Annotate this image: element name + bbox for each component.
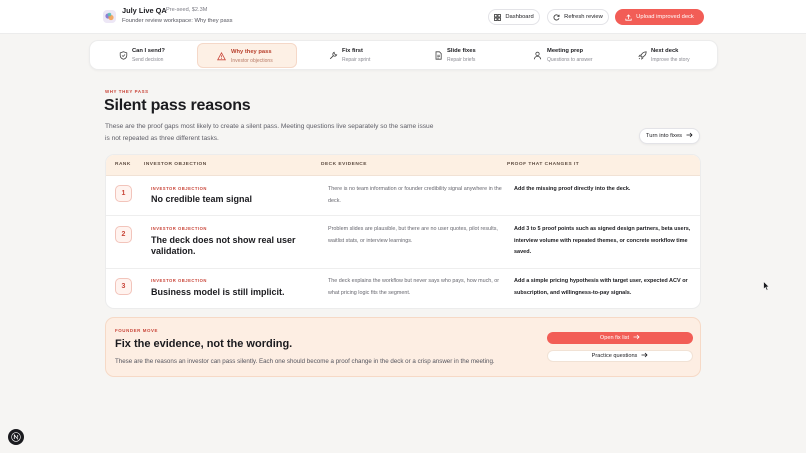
objections-table: RANK INVESTOR OBJECTION DECK EVIDENCE PR… [105,154,701,309]
founder-move-card: FOUNDER MOVE Fix the evidence, not the w… [105,317,701,377]
rank-badge: 3 [115,278,132,295]
deck-evidence: The deck explains the workflow but never… [328,278,500,296]
shield-check-icon [119,51,128,60]
objection-kicker: INVESTOR OBJECTION [151,278,207,283]
objection-title: The deck does not show real user validat… [151,235,296,256]
objection-title: No credible team signal [151,194,253,204]
proof-that-changes-it: Add the missing proof directly into the … [514,186,631,192]
column-header-objection: INVESTOR OBJECTION [144,162,207,167]
tab-meeting-prep[interactable]: Meeting prep Questions to answer [527,43,619,68]
top-bar: July Live QA Pre-seed, $2.3M Founder rev… [0,0,806,34]
refresh-review-button[interactable]: Refresh review [547,9,609,25]
founder-move-eyebrow: FOUNDER MOVE [115,328,159,333]
table-row: 2 INVESTOR OBJECTION The deck does not s… [106,216,700,269]
objection-title: Business model is still implicit. [151,287,285,297]
tab-sublabel: Repair sprint [342,57,371,63]
dashboard-button[interactable]: Dashboard [488,9,540,25]
grid-icon [494,13,502,21]
turn-into-fixes-label: Turn into fixes [645,133,683,139]
founder-move-description: These are the reasons an investor can pa… [115,358,495,365]
arrow-right-icon [641,352,648,360]
refresh-label: Refresh review [564,14,603,20]
objection-kicker: INVESTOR OBJECTION [151,226,207,231]
rank-badge: 2 [115,226,132,243]
tab-can-i-send[interactable]: Can I send? Send decision [112,43,202,68]
tab-label: Next deck [651,48,679,54]
section-intro: These are the proof gaps most likely to … [105,123,434,142]
tab-sublabel: Send decision [132,57,164,63]
page-title: Silent pass reasons [104,97,251,114]
tab-slide-fixes[interactable]: Slide fixes Repair briefs [427,43,517,68]
rank-badge: 1 [115,185,132,202]
upload-icon [625,13,632,21]
arrow-right-icon [686,132,693,140]
next-js-badge-icon[interactable] [8,429,24,445]
tab-why-they-pass[interactable]: Why they pass Investor objections [197,43,297,68]
table-row: 3 INVESTOR OBJECTION Business model is s… [106,269,700,308]
tab-sublabel: Investor objections [231,58,273,64]
objection-kicker: INVESTOR OBJECTION [151,186,207,191]
founder-move-title: Fix the evidence, not the wording. [115,338,293,350]
app-logo-icon [103,10,116,23]
tab-sublabel: Repair briefs [447,57,476,63]
wrench-icon [329,51,338,60]
open-fix-list-label: Open fix list [599,335,630,341]
turn-into-fixes-button[interactable]: Turn into fixes [639,128,700,144]
proof-that-changes-it: Add a simple pricing hypothesis with tar… [514,278,688,296]
dashboard-label: Dashboard [505,14,534,20]
practice-questions-label: Practice questions [591,353,638,359]
upload-deck-button[interactable]: Upload improved deck [615,9,704,25]
table-row: 1 INVESTOR OBJECTION No credible team si… [106,176,700,216]
tab-sublabel: Improve the story [651,57,690,63]
workspace-subtitle: Founder review workspace: Why they pass [122,18,233,24]
app-title: July Live QA [122,6,167,15]
funding-stage: Pre-seed, $2.3M [166,7,208,13]
person-icon [533,51,542,60]
rocket-icon [638,51,647,60]
tab-label: Fix first [342,48,363,54]
column-header-proof: PROOF THAT CHANGES IT [507,162,580,167]
tab-next-deck[interactable]: Next deck Improve the story [633,43,713,68]
tab-label: Meeting prep [547,48,584,54]
tab-fix-first[interactable]: Fix first Repair sprint [322,43,412,68]
section-eyebrow: WHY THEY PASS [105,89,149,94]
document-icon [434,51,443,60]
tab-label: Slide fixes [447,48,476,54]
practice-questions-button[interactable]: Practice questions [547,350,693,362]
refresh-icon [553,13,560,21]
tab-sublabel: Questions to answer [547,57,593,63]
table-header: RANK INVESTOR OBJECTION DECK EVIDENCE PR… [106,155,700,176]
column-header-rank: RANK [115,162,131,167]
deck-evidence: Problem slides are plausible, but there … [328,226,498,244]
tab-label: Why they pass [231,49,272,55]
column-header-evidence: DECK EVIDENCE [321,162,367,167]
deck-evidence: There is no team information or founder … [328,186,502,204]
arrow-right-icon [633,334,640,342]
upload-label: Upload improved deck [636,14,694,20]
proof-that-changes-it: Add 3 to 5 proof points such as signed d… [514,226,691,255]
tab-label: Can I send? [132,48,165,54]
review-tabs: Can I send? Send decision Why they pass … [89,40,718,70]
open-fix-list-button[interactable]: Open fix list [547,332,693,344]
warning-icon [217,52,226,61]
mouse-cursor-icon [763,278,770,296]
